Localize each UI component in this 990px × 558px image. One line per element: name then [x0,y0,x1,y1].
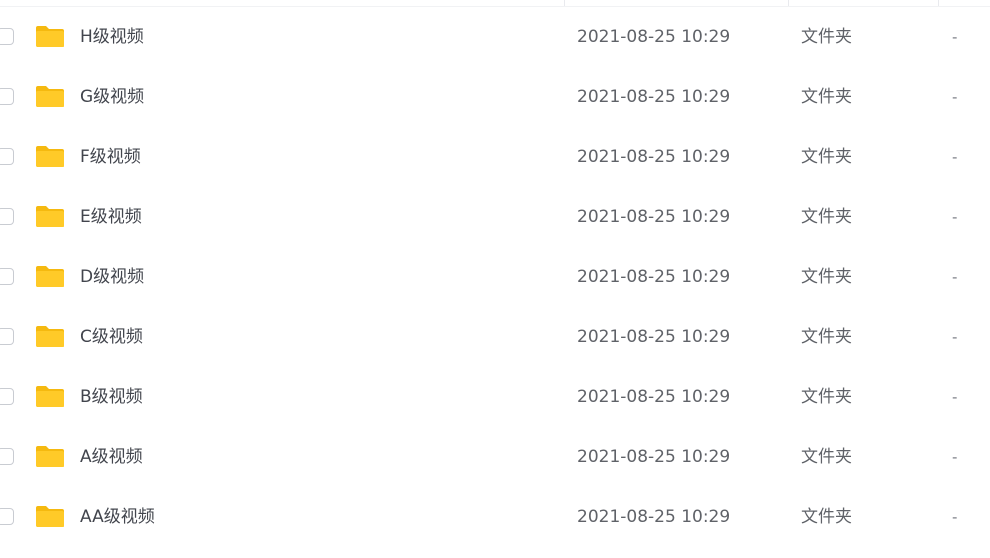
file-size: - [952,328,958,346]
folder-icon [35,385,65,408]
file-modified-date: 2021-08-25 10:29 [577,27,731,47]
file-name[interactable]: E级视频 [80,206,142,228]
file-size: - [952,88,958,106]
file-name[interactable]: G级视频 [80,86,144,108]
file-type: 文件夹 [801,87,852,107]
file-row[interactable]: G级视频 2021-08-25 10:29 文件夹 - [0,67,990,127]
row-checkbox[interactable] [0,448,14,465]
file-name[interactable]: H级视频 [80,26,144,48]
row-checkbox[interactable] [0,208,14,225]
folder-icon [35,85,65,108]
file-name[interactable]: A级视频 [80,446,143,468]
row-checkbox[interactable] [0,148,14,165]
file-size: - [952,28,958,46]
row-checkbox[interactable] [0,268,14,285]
file-name[interactable]: F级视频 [80,146,141,168]
folder-icon [35,25,65,48]
file-modified-date: 2021-08-25 10:29 [577,327,731,347]
file-modified-date: 2021-08-25 10:29 [577,507,731,527]
file-size: - [952,508,958,526]
column-header-strip [0,0,990,7]
file-name[interactable]: AA级视频 [80,506,155,528]
file-row[interactable]: A级视频 2021-08-25 10:29 文件夹 - [0,427,990,487]
column-divider[interactable] [564,0,565,6]
file-modified-date: 2021-08-25 10:29 [577,87,731,107]
file-row[interactable]: D级视频 2021-08-25 10:29 文件夹 - [0,247,990,307]
file-type: 文件夹 [801,207,852,227]
folder-icon [35,145,65,168]
row-checkbox[interactable] [0,88,14,105]
file-size: - [952,208,958,226]
file-type: 文件夹 [801,267,852,287]
file-modified-date: 2021-08-25 10:29 [577,207,731,227]
file-name[interactable]: D级视频 [80,266,144,288]
file-row[interactable]: F级视频 2021-08-25 10:29 文件夹 - [0,127,990,187]
file-name[interactable]: B级视频 [80,386,143,408]
file-size: - [952,268,958,286]
file-type: 文件夹 [801,447,852,467]
file-size: - [952,448,958,466]
row-checkbox[interactable] [0,328,14,345]
folder-icon [35,265,65,288]
file-modified-date: 2021-08-25 10:29 [577,147,731,167]
folder-icon [35,325,65,348]
file-row[interactable]: E级视频 2021-08-25 10:29 文件夹 - [0,187,990,247]
column-divider[interactable] [788,0,789,6]
file-list: H级视频 2021-08-25 10:29 文件夹 - G级视频 2021-08… [0,0,990,558]
file-row[interactable]: AA级视频 2021-08-25 10:29 文件夹 - [0,487,990,547]
row-checkbox[interactable] [0,28,14,45]
file-row[interactable]: B级视频 2021-08-25 10:29 文件夹 - [0,367,990,427]
folder-icon [35,445,65,468]
file-size: - [952,388,958,406]
file-type: 文件夹 [801,507,852,527]
file-type: 文件夹 [801,327,852,347]
file-type: 文件夹 [801,387,852,407]
folder-icon [35,505,65,528]
file-row[interactable]: C级视频 2021-08-25 10:29 文件夹 - [0,307,990,367]
file-modified-date: 2021-08-25 10:29 [577,267,731,287]
file-name[interactable]: C级视频 [80,326,143,348]
row-checkbox[interactable] [0,508,14,525]
file-rows: H级视频 2021-08-25 10:29 文件夹 - G级视频 2021-08… [0,7,990,547]
file-row[interactable]: H级视频 2021-08-25 10:29 文件夹 - [0,7,990,67]
row-checkbox[interactable] [0,388,14,405]
file-size: - [952,148,958,166]
folder-icon [35,205,65,228]
column-divider[interactable] [938,0,939,6]
file-type: 文件夹 [801,147,852,167]
file-modified-date: 2021-08-25 10:29 [577,447,731,467]
file-modified-date: 2021-08-25 10:29 [577,387,731,407]
file-type: 文件夹 [801,27,852,47]
